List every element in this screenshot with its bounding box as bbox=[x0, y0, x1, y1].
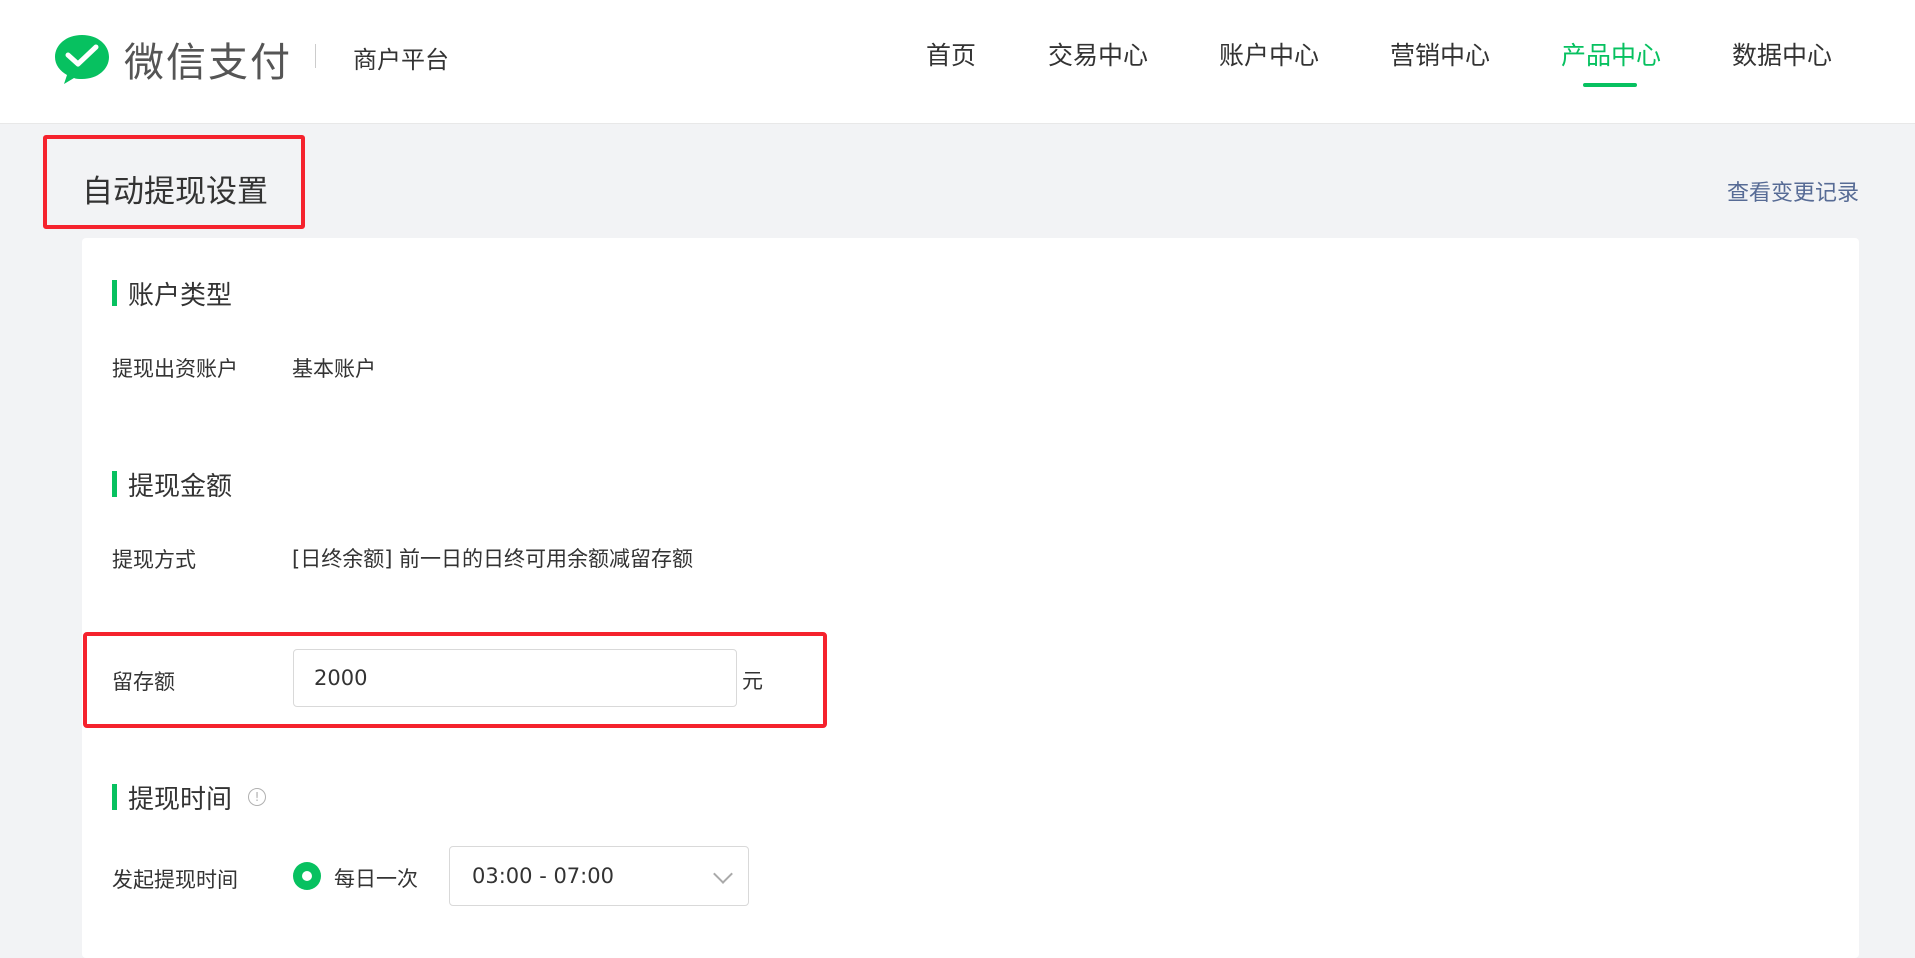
start-time-label: 发起提现时间 bbox=[112, 868, 238, 892]
settings-card: 账户类型 提现出资账户 基本账户 提现金额 提现方式 [日终余额] 前一日的日终… bbox=[82, 238, 1859, 958]
method-value: [日终余额] 前一日的日终可用余额减留存额 bbox=[292, 547, 694, 571]
nav-item-marketing[interactable]: 营销中心 bbox=[1390, 36, 1490, 72]
payout-account-value: 基本账户 bbox=[292, 357, 376, 381]
section-title-amount: 提现金额 bbox=[112, 466, 232, 503]
daily-once-label[interactable]: 每日一次 bbox=[334, 863, 418, 893]
view-change-log-link[interactable]: 查看变更记录 bbox=[1727, 175, 1859, 207]
currency-unit: 元 bbox=[742, 669, 763, 693]
nav-item-data[interactable]: 数据中心 bbox=[1732, 36, 1832, 72]
nav-item-products[interactable]: 产品中心 bbox=[1561, 36, 1661, 72]
main-nav: 首页 交易中心 账户中心 营销中心 产品中心 数据中心 bbox=[0, 36, 1915, 87]
nav-item-home[interactable]: 首页 bbox=[926, 36, 976, 72]
time-range-value: 03:00 - 07:00 bbox=[472, 864, 614, 888]
section-title-account-type: 账户类型 bbox=[112, 275, 232, 312]
page-title: 自动提现设置 bbox=[82, 174, 268, 210]
time-range-select[interactable]: 03:00 - 07:00 bbox=[449, 846, 749, 906]
daily-once-radio[interactable] bbox=[293, 862, 321, 890]
section-title-time: 提现时间 bbox=[112, 779, 232, 816]
nav-item-transactions[interactable]: 交易中心 bbox=[1048, 36, 1148, 72]
method-label: 提现方式 bbox=[112, 548, 196, 572]
info-icon[interactable]: ! bbox=[248, 788, 266, 806]
chevron-down-icon bbox=[713, 864, 733, 884]
top-header: 微信支付 商户平台 首页 交易中心 账户中心 营销中心 产品中心 数据中心 bbox=[0, 0, 1915, 124]
nav-active-indicator bbox=[1583, 83, 1637, 87]
retain-amount-input[interactable] bbox=[293, 649, 737, 707]
nav-item-account[interactable]: 账户中心 bbox=[1219, 36, 1319, 72]
payout-account-label: 提现出资账户 bbox=[112, 357, 238, 381]
